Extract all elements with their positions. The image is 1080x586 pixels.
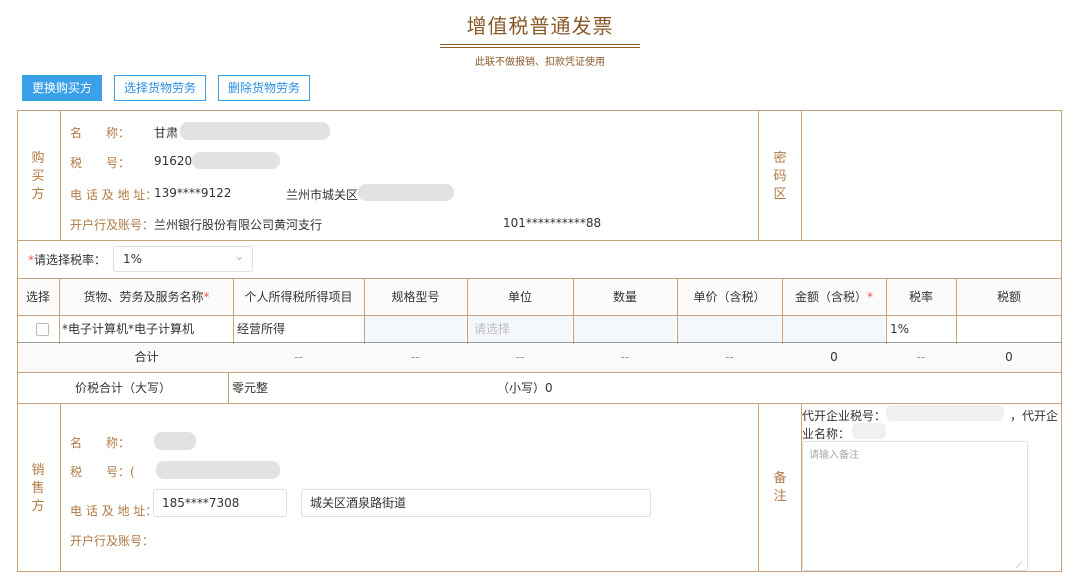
buyer-tax-redacted (192, 152, 280, 169)
seller-section-label: 销售方 (31, 463, 45, 514)
remark-textarea[interactable]: 请输入备注 (802, 441, 1028, 571)
invoice-title: 增值税普通发票 (466, 14, 614, 38)
col-header-amount-text: 金额（含税） (794, 290, 867, 304)
grand-total-upper: 零元整 (232, 381, 269, 395)
buyer-phone-value: 139****9122 (154, 186, 232, 200)
tax-rate-label: *请选择税率： (28, 251, 106, 268)
required-mark: * (203, 290, 210, 304)
row-tax-rate: 1% (890, 322, 910, 336)
buyer-name-value: 甘肃 (154, 126, 179, 140)
delete-goods-button[interactable]: 删除货物劳务 (218, 75, 311, 101)
buyer-bank-label: 开户行及账号： (70, 218, 155, 232)
agent-tax-suffix: ，代开企 (1010, 409, 1059, 423)
col-header-tax: 税额 (996, 290, 1021, 304)
col-header-name: 货物、劳务及服务名称* (60, 279, 233, 315)
tax-rate-selected: 1% (123, 252, 143, 266)
required-mark: * (867, 290, 873, 304)
row-unit-price-input[interactable] (678, 316, 781, 342)
total-bottom-border (17, 372, 1062, 373)
remark-label: 备注 (773, 471, 787, 504)
total-dash: -- (620, 350, 630, 364)
buyer-label-divider (60, 110, 61, 240)
total-dash: -- (411, 350, 420, 364)
buyer-bank-value: 兰州银行股份有限公司黄河支行 (154, 218, 323, 232)
buyer-account-value: 101**********88 (503, 216, 602, 230)
chevron-down-icon: ⌄ (234, 250, 244, 263)
total-tax: 0 (1005, 350, 1013, 364)
title-underline-2 (440, 47, 640, 48)
buyer-bottom-border (17, 240, 1062, 241)
agent-name-redacted (852, 423, 886, 439)
invoice-header: 增值税普通发票 此联不做报销、扣款凭证使用 (0, 12, 1080, 68)
total-dash: -- (725, 350, 734, 364)
buyer-addr-redacted (358, 184, 454, 201)
row-select-checkbox[interactable] (36, 323, 49, 336)
select-goods-button[interactable]: 选择货物劳务 (114, 75, 207, 101)
seller-address-input[interactable]: 城关区酒泉路街道 (301, 489, 651, 517)
seller-phone-input[interactable]: 185****7308 (153, 489, 287, 517)
buyer-tax-label: 税 号： (70, 156, 131, 170)
col-header-spec: 规格型号 (391, 290, 440, 304)
password-divider-right (801, 110, 802, 240)
total-dash: -- (294, 350, 303, 364)
seller-tax-label: 税 号：( (70, 465, 135, 479)
col-header-name-text: 货物、劳务及服务名称 (83, 290, 204, 304)
col-header-select: 选择 (25, 290, 50, 304)
buyer-addr-value: 兰州市城关区 (286, 188, 359, 202)
grand-total-label: 价税合计（大写） (75, 381, 172, 395)
buyer-name-label: 名 称： (70, 126, 131, 140)
row-amount-input[interactable] (783, 316, 885, 342)
seller-addr-label: 电 话 及 地 址： (70, 504, 158, 518)
agent-name-label: 业名称： (802, 427, 851, 441)
agent-tax-redacted (886, 405, 1004, 421)
row-quantity-input[interactable] (574, 316, 676, 342)
col-header-quantity: 数量 (612, 290, 637, 304)
row-spec-input[interactable] (365, 316, 466, 342)
invoice-subtitle: 此联不做报销、扣款凭证使用 (475, 57, 605, 68)
col-header-unit: 单位 (507, 290, 532, 304)
col-header-tax-rate: 税率 (908, 290, 933, 304)
seller-tax-redacted (156, 461, 280, 479)
total-label: 合计 (134, 350, 159, 364)
resize-handle-icon[interactable]: ⟋ (1016, 561, 1022, 571)
buyer-addr-label: 电 话 及 地 址： (70, 188, 158, 202)
seller-name-redacted (154, 432, 196, 450)
grand-total-lower-label: （小写） (497, 381, 546, 395)
row-income-item[interactable]: 经营所得 (237, 316, 285, 342)
buyer-name-redacted (180, 122, 330, 140)
agent-tax-label: 代开企业税号： (802, 409, 887, 423)
buyer-tax-value: 91620 (154, 154, 193, 168)
col-header-unit-price: 单价（含税） (693, 290, 766, 304)
row-goods-name[interactable]: *电子计算机*电子计算机 (62, 316, 194, 342)
row-unit-select[interactable]: 请选择 (468, 316, 572, 342)
seller-bank-label: 开户行及账号： (70, 534, 155, 548)
seller-label-divider (60, 403, 61, 572)
password-area-label: 密码区 (773, 151, 787, 202)
password-divider-left (758, 110, 759, 240)
col-header-amount: 金额（含税）* (782, 279, 886, 315)
tax-rate-select[interactable]: 1% ⌄ (113, 246, 253, 272)
title-underline (440, 44, 640, 45)
buyer-section-label: 购买方 (31, 151, 45, 202)
change-buyer-button[interactable]: 更换购买方 (22, 75, 103, 101)
row-bottom-border (17, 342, 1062, 343)
col-header-income-item: 个人所得税所得项目 (244, 290, 353, 304)
grand-total-bottom-border (17, 403, 1062, 404)
tax-rate-label-text: 请选择税率： (34, 253, 107, 267)
total-dash: -- (515, 350, 525, 364)
seller-name-label: 名 称： (70, 436, 131, 450)
grand-total-lower: （小写）0 (497, 375, 553, 401)
grand-total-lower-value: 0 (545, 381, 553, 395)
grand-total-divider (228, 372, 229, 403)
total-amount: 0 (830, 350, 838, 364)
remark-divider-left (758, 403, 759, 572)
total-dash: -- (916, 350, 926, 364)
